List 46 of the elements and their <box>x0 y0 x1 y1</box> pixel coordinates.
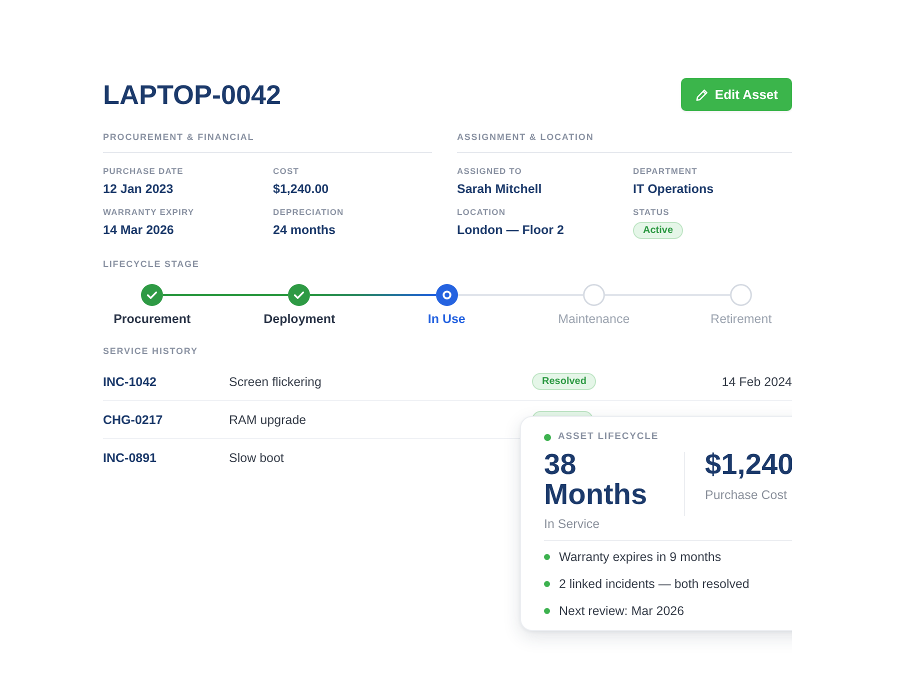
note-text: 2 linked incidents — both resolved <box>559 576 750 592</box>
field-label: PURCHASE DATE <box>103 165 184 177</box>
section-heading: LIFECYCLE STAGE <box>103 258 200 270</box>
field-label: LOCATION <box>457 206 507 218</box>
ticket-id[interactable]: INC-0891 <box>103 450 156 464</box>
field-value: London — Floor 2 <box>457 222 564 238</box>
field-value: IT Operations <box>633 181 714 197</box>
stage-label: Retirement <box>710 311 772 327</box>
field-label: COST <box>273 165 300 177</box>
stage-label: Deployment <box>264 311 336 327</box>
ticket-date: 14 Feb 2024 <box>722 374 792 388</box>
ticket-id[interactable]: INC-1042 <box>103 374 156 388</box>
metric-value: 38 Months <box>544 450 648 510</box>
ticket-description: RAM upgrade <box>229 412 306 426</box>
card-title: ASSET LIFECYCLE <box>558 431 659 443</box>
section-heading: SERVICE HISTORY <box>103 345 199 357</box>
section-heading: ASSIGNMENT & LOCATION <box>457 131 792 153</box>
dot-icon <box>544 434 551 440</box>
stage-label: Maintenance <box>558 311 630 327</box>
field-value: 14 Mar 2026 <box>103 222 174 238</box>
pencil-icon <box>696 88 708 100</box>
field-value: $1,240.00 <box>273 181 329 197</box>
dot-icon <box>544 608 550 614</box>
field-value: 24 months <box>273 222 336 238</box>
field-label: DEPARTMENT <box>633 165 698 177</box>
ticket-description: Slow boot <box>229 450 284 464</box>
stage-label: In Use <box>428 311 466 327</box>
stage-label: Procurement <box>114 311 191 327</box>
field-value: 12 Jan 2023 <box>103 181 174 197</box>
dot-icon <box>544 554 550 560</box>
field-label: STATUS <box>633 206 670 218</box>
status-badge: Resolved <box>532 373 596 390</box>
note-text: Warranty expires in 9 months <box>559 549 722 565</box>
dot-icon <box>544 581 550 587</box>
status-badge: Active <box>633 222 684 238</box>
ticket-description: Screen flickering <box>229 374 322 388</box>
ticket-id[interactable]: CHG-0217 <box>103 412 163 426</box>
section-heading: PROCUREMENT & FINANCIAL <box>103 131 432 153</box>
field-label: ASSIGNED TO <box>457 165 524 177</box>
metric-caption: In Service <box>544 516 601 532</box>
note-text: Next review: Mar 2026 <box>559 603 684 619</box>
field-label: DEPRECIATION <box>273 206 345 218</box>
field-label: WARRANTY EXPIRY <box>103 206 196 218</box>
field-value: Sarah Mitchell <box>457 181 542 197</box>
asset-title: LAPTOP-0042 <box>103 78 282 110</box>
metric-caption: Purchase Cost <box>705 487 788 503</box>
